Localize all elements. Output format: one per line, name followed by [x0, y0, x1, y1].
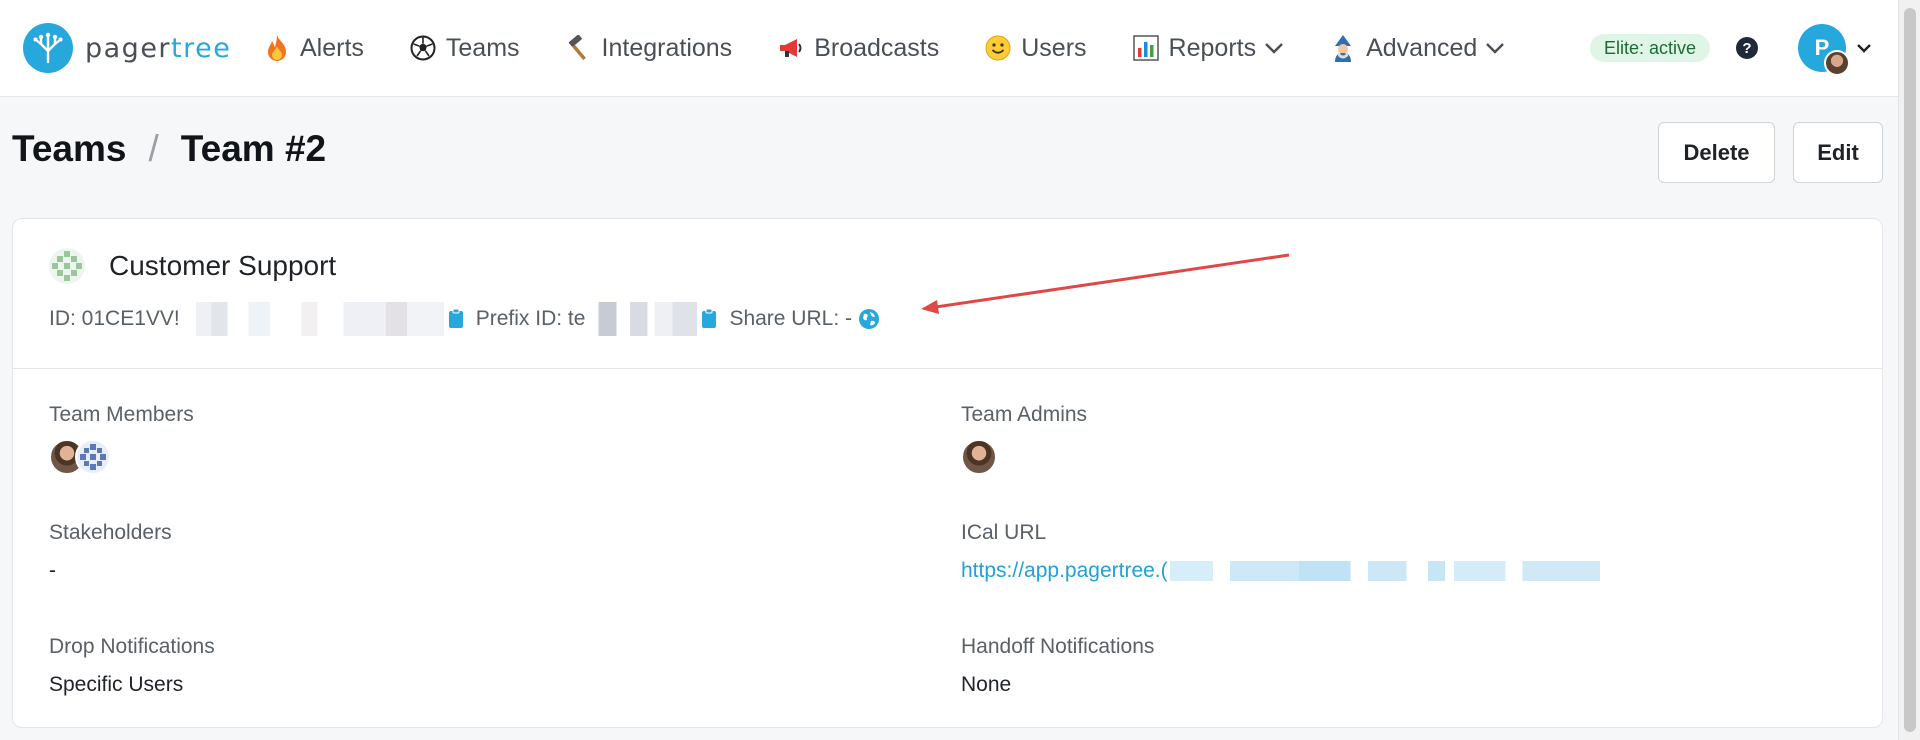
main-nav: Alerts Teams Integrations Broadcasts Use…	[262, 28, 1549, 68]
nav-label: Users	[1021, 33, 1087, 62]
fire-icon	[262, 33, 292, 63]
mage-icon	[1328, 33, 1358, 63]
team-detail-card: Customer Support ID: 01CE1VV! Prefix ID:…	[12, 218, 1883, 728]
field-label: Stakeholders	[49, 521, 172, 544]
breadcrumb: Teams / Team #2	[12, 128, 326, 170]
breadcrumb-separator: /	[148, 128, 159, 169]
nav-label: Alerts	[300, 33, 364, 62]
drop-notifications-value: Specific Users	[49, 673, 184, 696]
annotation-arrow	[921, 253, 1290, 314]
stakeholders-field: Stakeholders -	[49, 521, 172, 583]
nav-integrations[interactable]: Integrations	[564, 33, 733, 63]
redacted-team-id	[179, 302, 444, 336]
globe-icon[interactable]	[858, 308, 880, 330]
pagertree-logo[interactable]: pagertree	[23, 23, 231, 73]
handoff-notifications-value: None	[961, 673, 1012, 696]
nav-label: Teams	[445, 33, 520, 62]
nav-label: Integrations	[601, 33, 733, 62]
field-label: Team Admins	[961, 403, 1088, 426]
field-label: Team Members	[49, 403, 194, 426]
user-menu[interactable]: P	[1798, 24, 1872, 76]
nav-label: Advanced	[1366, 33, 1478, 62]
share-url-label: Share URL: -	[729, 307, 852, 330]
breadcrumb-teams-link[interactable]: Teams	[12, 128, 127, 170]
edit-button[interactable]: Edit	[1793, 122, 1883, 183]
field-label: Drop Notifications	[49, 635, 215, 658]
clipboard-icon[interactable]	[448, 308, 466, 330]
prefix-id-label: Prefix ID: te	[475, 307, 586, 330]
chevron-down-icon	[1264, 42, 1284, 54]
breadcrumb-current-team: Team #2	[180, 128, 327, 169]
nav-advanced[interactable]: Advanced	[1328, 33, 1505, 63]
nav-reports[interactable]: Reports	[1131, 33, 1285, 63]
nav-users[interactable]: Users	[983, 33, 1087, 63]
plan-status-badge: Elite: active	[1590, 34, 1711, 62]
redacted-ical-url	[1169, 561, 1600, 581]
team-avatar-icon	[48, 247, 86, 285]
admin-avatar[interactable]	[961, 439, 997, 475]
field-label: Handoff Notifications	[961, 635, 1155, 658]
nav-label: Reports	[1168, 33, 1257, 62]
bar-chart-icon	[1131, 33, 1161, 63]
soccer-ball-icon	[408, 33, 438, 63]
team-id-label: ID: 01CE1VV!	[49, 307, 180, 330]
tree-logo-icon	[23, 23, 73, 73]
scrollbar-thumb[interactable]	[1904, 8, 1916, 732]
user-avatar: P	[1798, 24, 1850, 76]
handoff-notifications-field: Handoff Notifications None	[961, 635, 1154, 697]
drop-notifications-field: Drop Notifications Specific Users	[49, 635, 215, 697]
chevron-down-icon	[1856, 43, 1872, 53]
ical-url-link[interactable]: https://app.pagertree.(	[961, 559, 1600, 583]
logo-wordmark: pagertree	[85, 32, 232, 64]
smiley-icon	[983, 33, 1013, 63]
team-meta-row: ID: 01CE1VV! Prefix ID: te Share URL: -	[49, 302, 880, 336]
nav-teams[interactable]: Teams	[408, 33, 520, 63]
chevron-down-icon	[1485, 42, 1505, 54]
field-label: ICal URL	[961, 521, 1047, 544]
megaphone-icon	[776, 33, 806, 63]
top-navbar: pagertree Alerts Teams Integrations Broa…	[0, 0, 1898, 97]
help-icon[interactable]: ?	[1736, 37, 1758, 59]
team-members-avatars	[49, 439, 194, 475]
user-photo-avatar	[1824, 50, 1850, 76]
delete-button[interactable]: Delete	[1658, 122, 1775, 183]
stakeholders-value: -	[49, 559, 56, 582]
team-name: Customer Support	[109, 250, 337, 281]
team-admins-avatars	[961, 439, 1087, 475]
ical-url-field: ICal URL https://app.pagertree.(	[961, 521, 1600, 583]
nav-label: Broadcasts	[814, 33, 940, 62]
hammer-icon	[564, 33, 594, 63]
redacted-prefix-id	[585, 302, 698, 336]
nav-alerts[interactable]: Alerts	[262, 33, 364, 63]
member-avatar[interactable]	[75, 439, 111, 475]
clipboard-icon[interactable]	[701, 308, 719, 330]
team-admins-field: Team Admins	[961, 403, 1087, 475]
page-scrollbar[interactable]	[1898, 0, 1920, 740]
nav-broadcasts[interactable]: Broadcasts	[776, 33, 939, 63]
team-members-field: Team Members	[49, 403, 194, 475]
